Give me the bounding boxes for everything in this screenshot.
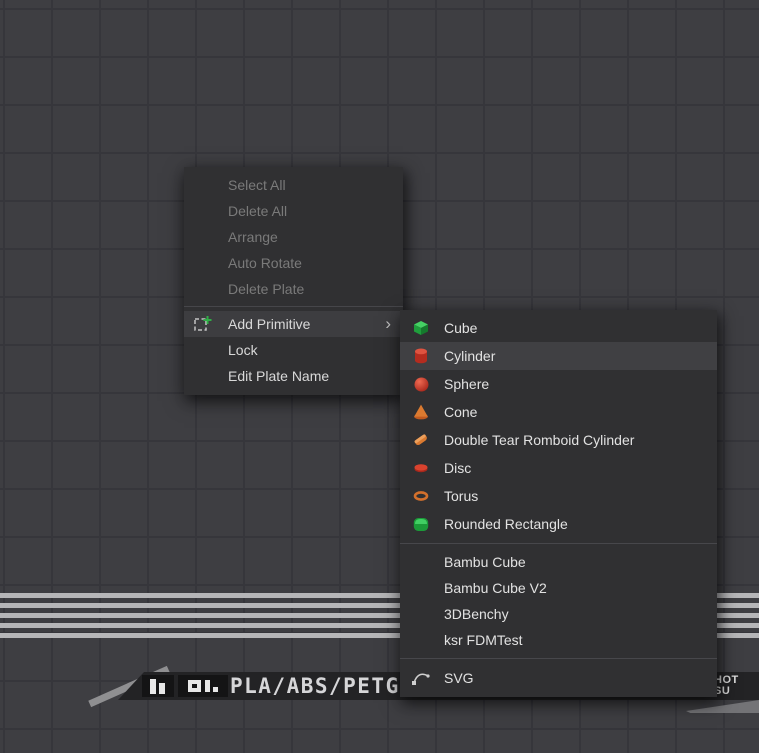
menu-item-auto-rotate: Auto Rotate — [184, 250, 403, 276]
menu-separator — [184, 306, 403, 307]
submenu-item-label: Bambu Cube V2 — [444, 580, 547, 596]
submenu-item-torus[interactable]: Torus — [400, 482, 717, 510]
disc-icon — [411, 459, 431, 477]
submenu-item-label: Cylinder — [444, 348, 495, 364]
plate-material-label: PLA/ABS/PETG — [230, 672, 400, 700]
plate-context-menu: Select All Delete All Arrange Auto Rotat… — [184, 167, 403, 395]
menu-item-edit-plate-name[interactable]: Edit Plate Name — [184, 363, 403, 389]
submenu-item-double-tear-romboid-cylinder[interactable]: Double Tear Romboid Cylinder — [400, 426, 717, 454]
cylinder-icon — [411, 347, 431, 365]
submenu-item-cube[interactable]: Cube — [400, 314, 717, 342]
submenu-item-label: SVG — [444, 670, 474, 686]
submenu-item-ksr-fdmtest[interactable]: ksr FDMTest — [400, 627, 717, 653]
plate-right-label: HOT SU — [714, 675, 739, 697]
torus-icon — [411, 487, 431, 505]
submenu-item-label: Rounded Rectangle — [444, 516, 568, 532]
submenu-item-bambu-cube[interactable]: Bambu Cube — [400, 549, 717, 575]
submenu-item-label: Double Tear Romboid Cylinder — [444, 432, 634, 448]
submenu-item-disc[interactable]: Disc — [400, 454, 717, 482]
svg-path-icon — [411, 669, 431, 687]
bambu-logo-icon — [142, 675, 174, 697]
submenu-item-cylinder[interactable]: Cylinder — [400, 342, 717, 370]
submenu-item-label: Disc — [444, 460, 471, 476]
cone-icon — [411, 403, 431, 421]
add-primitive-submenu: Cube Cylinder Sphere — [400, 310, 717, 697]
submenu-item-label: Cube — [444, 320, 477, 336]
menu-item-label: Add Primitive — [228, 316, 310, 332]
sphere-icon — [411, 375, 431, 393]
submenu-item-label: Cone — [444, 404, 477, 420]
menu-item-delete-plate: Delete Plate — [184, 276, 403, 302]
submenu-item-label: Torus — [444, 488, 478, 504]
submenu-item-label: ksr FDMTest — [444, 632, 523, 648]
menu-item-add-primitive[interactable]: Add Primitive › — [184, 311, 403, 337]
submenu-item-cone[interactable]: Cone — [400, 398, 717, 426]
submenu-item-svg[interactable]: SVG — [400, 664, 717, 692]
submenu-item-3dbenchy[interactable]: 3DBenchy — [400, 601, 717, 627]
menu-item-select-all: Select All — [184, 172, 403, 198]
menu-item-delete-all: Delete All — [184, 198, 403, 224]
add-primitive-icon — [192, 314, 212, 334]
cube-icon — [411, 319, 431, 337]
menu-item-arrange: Arrange — [184, 224, 403, 250]
submenu-item-label: Bambu Cube — [444, 554, 526, 570]
submenu-separator — [400, 543, 717, 544]
submenu-item-label: Sphere — [444, 376, 489, 392]
menu-item-lock[interactable]: Lock — [184, 337, 403, 363]
brand-badge-icon — [178, 675, 228, 697]
submenu-item-rounded-rectangle[interactable]: Rounded Rectangle — [400, 510, 717, 538]
double-tear-romboid-cylinder-icon — [411, 431, 431, 449]
submenu-arrow-icon: › — [385, 311, 391, 337]
submenu-item-label: 3DBenchy — [444, 606, 509, 622]
submenu-item-sphere[interactable]: Sphere — [400, 370, 717, 398]
submenu-item-bambu-cube-v2[interactable]: Bambu Cube V2 — [400, 575, 717, 601]
rounded-rectangle-icon — [411, 515, 431, 533]
submenu-separator — [400, 658, 717, 659]
